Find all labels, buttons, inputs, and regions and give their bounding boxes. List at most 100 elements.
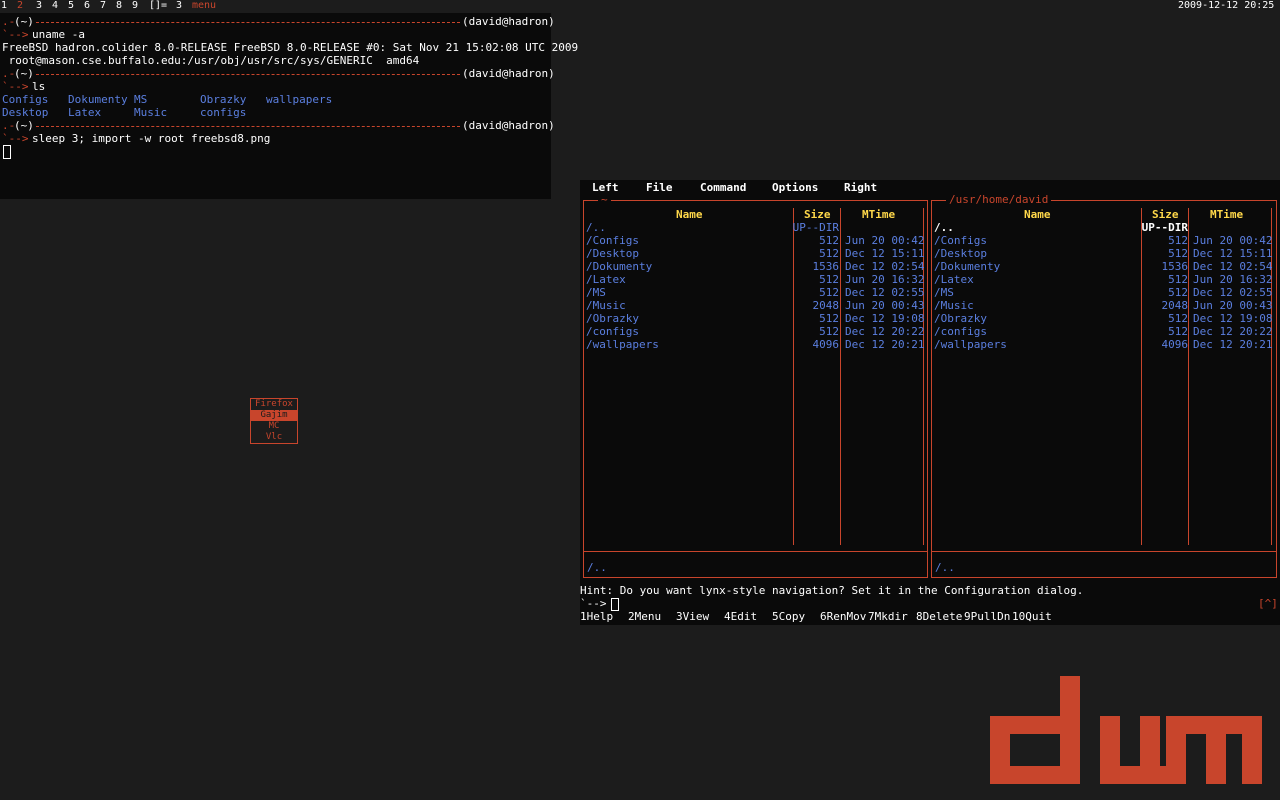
command-line: sleep 3; import -w root freebsd8.png xyxy=(32,132,271,145)
file-row[interactable]: /Dokumenty 1536 Dec 12 02:54 xyxy=(932,260,1276,273)
ls-entry: wallpapers xyxy=(266,93,333,106)
fkey-renmov[interactable]: 6RenMov xyxy=(820,610,866,623)
menu-options[interactable]: Options xyxy=(772,181,818,194)
file-name: /.. xyxy=(934,221,954,234)
file-name: /Music xyxy=(934,299,974,312)
left-panel[interactable]: ~ Name Size MTime /.. /.. UP--DIR/Configs… xyxy=(583,193,928,578)
fkey-edit[interactable]: 4Edit xyxy=(724,610,757,623)
menu-file[interactable]: File xyxy=(646,181,673,194)
file-row[interactable]: /.. UP--DIR xyxy=(584,221,927,234)
menu-right[interactable]: Right xyxy=(844,181,877,194)
fkey-number: 3 xyxy=(676,610,683,623)
fkey-copy[interactable]: 5Copy xyxy=(772,610,805,623)
file-row[interactable]: /MS 512 Dec 12 02:55 xyxy=(584,286,927,299)
file-row[interactable]: /Configs 512 Jun 20 00:42 xyxy=(932,234,1276,247)
fkey-mkdir[interactable]: 7Mkdir xyxy=(868,610,908,623)
file-mtime: Jun 20 00:43 xyxy=(1193,299,1273,312)
tag-7[interactable]: 7 xyxy=(100,0,106,11)
right-panel[interactable]: /usr/home/david Name Size MTime /.. /.. U… xyxy=(931,193,1277,578)
tag-9[interactable]: 9 xyxy=(132,0,138,11)
ls-entry: Music xyxy=(134,106,168,119)
file-name: /Desktop xyxy=(586,247,639,260)
fkey-view[interactable]: 3View xyxy=(676,610,709,623)
panel-separator xyxy=(932,551,1276,552)
file-mtime: Dec 12 19:08 xyxy=(845,312,925,325)
file-size: 512 xyxy=(819,234,839,247)
file-size: 1536 xyxy=(1161,260,1189,273)
fkey-delete[interactable]: 8Delete xyxy=(916,610,962,623)
command-line: uname -a xyxy=(32,28,85,41)
mini-status: /.. xyxy=(587,561,607,574)
ls-entry: MS xyxy=(134,93,148,106)
shell-indicator[interactable]: [^] xyxy=(1258,597,1278,610)
col-name-header[interactable]: Name xyxy=(1024,208,1051,221)
file-mtime: Dec 12 19:08 xyxy=(1193,312,1273,325)
tag-5[interactable]: 5 xyxy=(68,0,74,11)
file-row[interactable]: /Obrazky 512 Dec 12 19:08 xyxy=(932,312,1276,325)
prompt-host: (david@hadron) xyxy=(462,119,555,132)
file-size: 512 xyxy=(819,286,839,299)
ls-entry: configs xyxy=(200,106,247,119)
layout-indicator[interactable]: []= xyxy=(149,0,167,11)
col-size-header[interactable]: Size xyxy=(804,208,831,221)
col-name-header[interactable]: Name xyxy=(676,208,703,221)
file-mtime: Dec 12 20:22 xyxy=(845,325,925,338)
file-name: /Obrazky xyxy=(934,312,987,325)
file-row[interactable]: /wallpapers 4096 Dec 12 20:21 xyxy=(584,338,927,351)
file-row[interactable]: /MS 512 Dec 12 02:55 xyxy=(932,286,1276,299)
fkey-label: Help xyxy=(586,610,614,623)
file-name: /wallpapers xyxy=(934,338,1007,351)
file-row[interactable]: /configs 512 Dec 12 20:22 xyxy=(584,325,927,338)
file-mtime: Jun 20 00:42 xyxy=(1193,234,1273,247)
fkey-label: Copy xyxy=(778,610,806,623)
menu-item-vlc[interactable]: Vlc xyxy=(251,432,297,443)
fkey-number: 10 xyxy=(1012,610,1026,623)
menu-item-gajim[interactable]: Gajim xyxy=(251,410,297,421)
file-mtime: Dec 12 02:54 xyxy=(845,260,925,273)
col-size-header[interactable]: Size xyxy=(1152,208,1179,221)
tag-3[interactable]: 3 xyxy=(36,0,42,11)
file-size: 512 xyxy=(1168,247,1188,260)
file-row[interactable]: /Dokumenty 1536 Dec 12 02:54 xyxy=(584,260,927,273)
file-row[interactable]: /Desktop 512 Dec 12 15:11 xyxy=(932,247,1276,260)
col-mtime-header[interactable]: MTime xyxy=(1210,208,1243,221)
file-size: 2048 xyxy=(1161,299,1189,312)
file-row[interactable]: /.. UP--DIR xyxy=(932,221,1276,234)
prompt-dir: (~) xyxy=(14,67,34,80)
midnight-commander-window[interactable]: Left File Command Options Right ~ Name S… xyxy=(580,180,1280,625)
file-row[interactable]: /Configs 512 Jun 20 00:42 xyxy=(584,234,927,247)
fkey-quit[interactable]: 10Quit xyxy=(1012,610,1052,623)
ls-entry: Latex xyxy=(68,106,102,119)
function-key-bar: 1Help 2Menu 3View 4Edit 5Copy 6RenMov 7Mkdir 8D… xyxy=(580,610,1280,624)
prompt-rule xyxy=(36,22,460,23)
fkey-help[interactable]: 1Help xyxy=(580,610,613,623)
file-row[interactable]: /Music 2048 Jun 20 00:43 xyxy=(584,299,927,312)
tag-8[interactable]: 8 xyxy=(116,0,122,11)
panel-separator xyxy=(584,551,927,552)
tag-6[interactable]: 6 xyxy=(84,0,90,11)
menu-command[interactable]: Command xyxy=(700,181,746,194)
file-row[interactable]: /Music 2048 Jun 20 00:43 xyxy=(932,299,1276,312)
file-name: /Latex xyxy=(586,273,626,286)
tag-1[interactable]: 1 xyxy=(1,0,7,11)
fkey-label: PullDn xyxy=(970,610,1011,623)
file-row[interactable]: /wallpapers 4096 Dec 12 20:21 xyxy=(932,338,1276,351)
menu-item-firefox[interactable]: Firefox xyxy=(251,399,297,410)
file-row[interactable]: /Desktop 512 Dec 12 15:11 xyxy=(584,247,927,260)
fkey-pulldn[interactable]: 9PullDn xyxy=(964,610,1010,623)
fkey-menu[interactable]: 2Menu xyxy=(628,610,661,623)
tag-2[interactable]: 2 xyxy=(17,0,23,11)
col-mtime-header[interactable]: MTime xyxy=(862,208,895,221)
file-name: /Configs xyxy=(934,234,987,247)
file-mtime: Dec 12 02:55 xyxy=(845,286,925,299)
menu-item-mc[interactable]: MC xyxy=(251,421,297,432)
file-row[interactable]: /Latex 512 Jun 20 16:32 xyxy=(584,273,927,286)
file-size: 1536 xyxy=(812,260,840,273)
file-row[interactable]: /Latex 512 Jun 20 16:32 xyxy=(932,273,1276,286)
file-row[interactable]: /Obrazky 512 Dec 12 19:08 xyxy=(584,312,927,325)
tag-4[interactable]: 4 xyxy=(52,0,58,11)
clock: 2009-12-12 20:25 xyxy=(1178,0,1275,11)
status-bar: 1 2 3 4 5 6 7 8 9 []= 3 menu 2009-12-12 … xyxy=(0,0,1280,12)
terminal-window[interactable]: .- (~) (david@hadron) `--> uname -a Free… xyxy=(0,13,578,199)
file-row[interactable]: /configs 512 Dec 12 20:22 xyxy=(932,325,1276,338)
